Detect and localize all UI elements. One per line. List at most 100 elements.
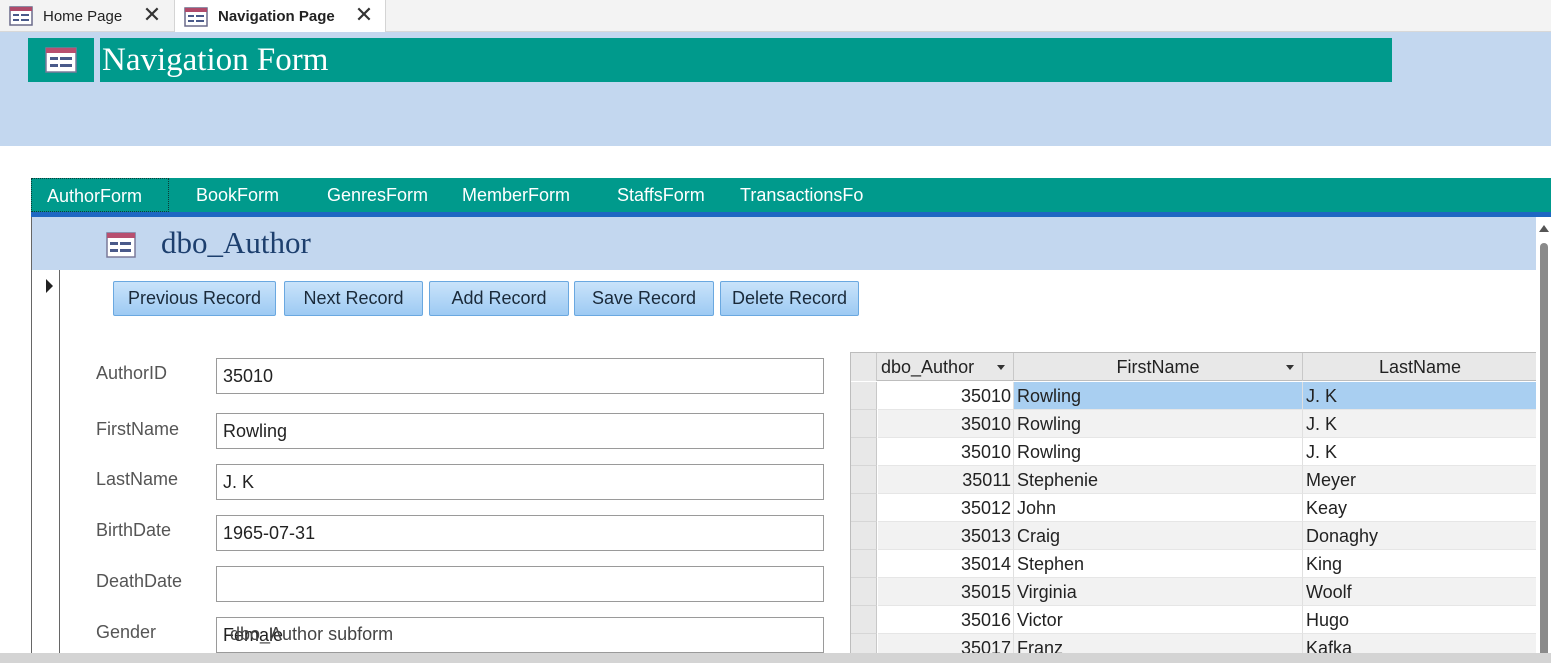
- cell-lastname[interactable]: Donaghy: [1303, 522, 1537, 550]
- current-record-arrow-icon: [46, 279, 53, 293]
- cell-author-id[interactable]: 35010: [878, 410, 1014, 438]
- subform-title: dbo_Author: [161, 225, 311, 260]
- previous-record-button[interactable]: Previous Record: [113, 281, 276, 316]
- cell-lastname[interactable]: Woolf: [1303, 578, 1537, 606]
- dropdown-arrow-icon[interactable]: [1286, 365, 1294, 370]
- birthdate-field[interactable]: 1965-07-31: [216, 515, 824, 551]
- document-tab-strip: Home Page ✕ Navigation Page ✕: [0, 0, 1551, 33]
- table-row[interactable]: 35016 Victor Hugo: [851, 606, 1537, 634]
- cell-lastname[interactable]: Meyer: [1303, 466, 1537, 494]
- row-selector[interactable]: [851, 410, 877, 438]
- firstname-field[interactable]: Rowling: [216, 413, 824, 449]
- lastname-field[interactable]: J. K: [216, 464, 824, 500]
- tab-navigation-page[interactable]: Navigation Page ✕: [174, 0, 386, 33]
- cell-lastname[interactable]: Keay: [1303, 494, 1537, 522]
- subform-header: dbo_Author: [32, 217, 1537, 270]
- author-subform: dbo_Author Previous Record Next Record A…: [31, 217, 1537, 663]
- column-header-label: LastName: [1378, 357, 1462, 377]
- table-row[interactable]: 35013 Craig Donaghy: [851, 522, 1537, 550]
- authorid-label: AuthorID: [96, 363, 168, 383]
- scrollbar-thumb[interactable]: [1540, 243, 1548, 663]
- row-selector[interactable]: [851, 466, 877, 494]
- form-icon: [45, 47, 77, 73]
- cell-author-id[interactable]: 35010: [878, 382, 1014, 410]
- authorid-field[interactable]: 35010: [216, 358, 824, 394]
- save-record-button[interactable]: Save Record: [574, 281, 714, 316]
- row-selector[interactable]: [851, 382, 877, 410]
- column-header-lastname[interactable]: LastName: [1303, 353, 1537, 381]
- next-record-button[interactable]: Next Record: [284, 281, 423, 316]
- close-icon[interactable]: ✕: [141, 4, 163, 26]
- datasheet-header: dbo_Author FirstName LastName: [851, 353, 1537, 381]
- tab-staffsform[interactable]: StaffsForm: [617, 178, 723, 212]
- table-row[interactable]: 35014 Stephen King: [851, 550, 1537, 578]
- tab-bookform[interactable]: BookForm: [196, 178, 306, 212]
- status-strip: [0, 653, 1551, 663]
- cell-firstname[interactable]: Stephenie: [1014, 466, 1303, 494]
- cell-author-id[interactable]: 35015: [878, 578, 1014, 606]
- column-header-dbo-author[interactable]: dbo_Author: [878, 353, 1014, 381]
- form-icon: [184, 6, 208, 27]
- row-selector[interactable]: [851, 606, 877, 634]
- tab-home-page[interactable]: Home Page ✕: [0, 0, 173, 32]
- row-selector[interactable]: [851, 578, 877, 606]
- deathdate-field[interactable]: [216, 566, 824, 602]
- form-logo: [28, 38, 94, 82]
- table-row[interactable]: 35012 John Keay: [851, 494, 1537, 522]
- firstname-label: FirstName: [96, 419, 180, 439]
- cell-firstname[interactable]: Rowling: [1014, 382, 1303, 410]
- form-header: Navigation Form: [0, 32, 1551, 146]
- cell-author-id[interactable]: 35012: [878, 494, 1014, 522]
- gender-label: Gender: [96, 622, 157, 642]
- navigation-tab-bar: AuthorForm BookForm GenresForm MemberFor…: [31, 178, 1551, 213]
- row-selector[interactable]: [851, 494, 877, 522]
- cell-firstname[interactable]: Rowling: [1014, 438, 1303, 466]
- cell-firstname[interactable]: Stephen: [1014, 550, 1303, 578]
- cell-author-id[interactable]: 35014: [878, 550, 1014, 578]
- table-row[interactable]: 35015 Virginia Woolf: [851, 578, 1537, 606]
- tab-transactionsform[interactable]: TransactionsFo: [740, 178, 875, 212]
- cell-lastname[interactable]: Hugo: [1303, 606, 1537, 634]
- column-header-label: FirstName: [1116, 357, 1200, 377]
- birthdate-label: BirthDate: [96, 520, 172, 540]
- add-record-button[interactable]: Add Record: [429, 281, 569, 316]
- table-row[interactable]: 35010 Rowling J. K: [851, 382, 1537, 410]
- tab-memberform[interactable]: MemberForm: [462, 178, 590, 212]
- cell-lastname[interactable]: J. K: [1303, 438, 1537, 466]
- tab-genresform[interactable]: GenresForm: [327, 178, 443, 212]
- cell-lastname[interactable]: J. K: [1303, 410, 1537, 438]
- form-icon: [9, 6, 33, 26]
- dropdown-arrow-icon[interactable]: [997, 365, 1005, 370]
- cell-lastname[interactable]: J. K: [1303, 382, 1537, 410]
- cell-author-id[interactable]: 35011: [878, 466, 1014, 494]
- cell-firstname[interactable]: Craig: [1014, 522, 1303, 550]
- record-selector[interactable]: [32, 270, 60, 663]
- delete-record-button[interactable]: Delete Record: [720, 281, 859, 316]
- cell-lastname[interactable]: King: [1303, 550, 1537, 578]
- cell-firstname[interactable]: Rowling: [1014, 410, 1303, 438]
- cell-firstname[interactable]: Virginia: [1014, 578, 1303, 606]
- cell-firstname[interactable]: John: [1014, 494, 1303, 522]
- row-selector[interactable]: [851, 522, 877, 550]
- lastname-label: LastName: [96, 469, 179, 489]
- scroll-up-arrow-icon[interactable]: [1539, 225, 1549, 232]
- row-selector[interactable]: [851, 438, 877, 466]
- column-header-firstname[interactable]: FirstName: [1014, 353, 1303, 381]
- select-all-corner[interactable]: [851, 353, 877, 381]
- page-title: Navigation Form: [100, 38, 1392, 82]
- cell-author-id[interactable]: 35010: [878, 438, 1014, 466]
- vertical-scrollbar[interactable]: [1536, 217, 1551, 663]
- table-row[interactable]: 35010 Rowling J. K: [851, 438, 1537, 466]
- cell-firstname[interactable]: Victor: [1014, 606, 1303, 634]
- tab-label: Home Page: [43, 7, 123, 25]
- table-row[interactable]: 35010 Rowling J. K: [851, 410, 1537, 438]
- cell-author-id[interactable]: 35016: [878, 606, 1014, 634]
- tab-authorform[interactable]: AuthorForm: [31, 178, 169, 212]
- row-selector[interactable]: [851, 550, 877, 578]
- cell-author-id[interactable]: 35013: [878, 522, 1014, 550]
- table-row[interactable]: 35011 Stephenie Meyer: [851, 466, 1537, 494]
- close-icon[interactable]: ✕: [353, 4, 375, 26]
- deathdate-label: DeathDate: [96, 571, 183, 591]
- author-datasheet: dbo_Author FirstName LastName 35010 Rowl…: [850, 352, 1537, 663]
- form-icon: [106, 232, 136, 258]
